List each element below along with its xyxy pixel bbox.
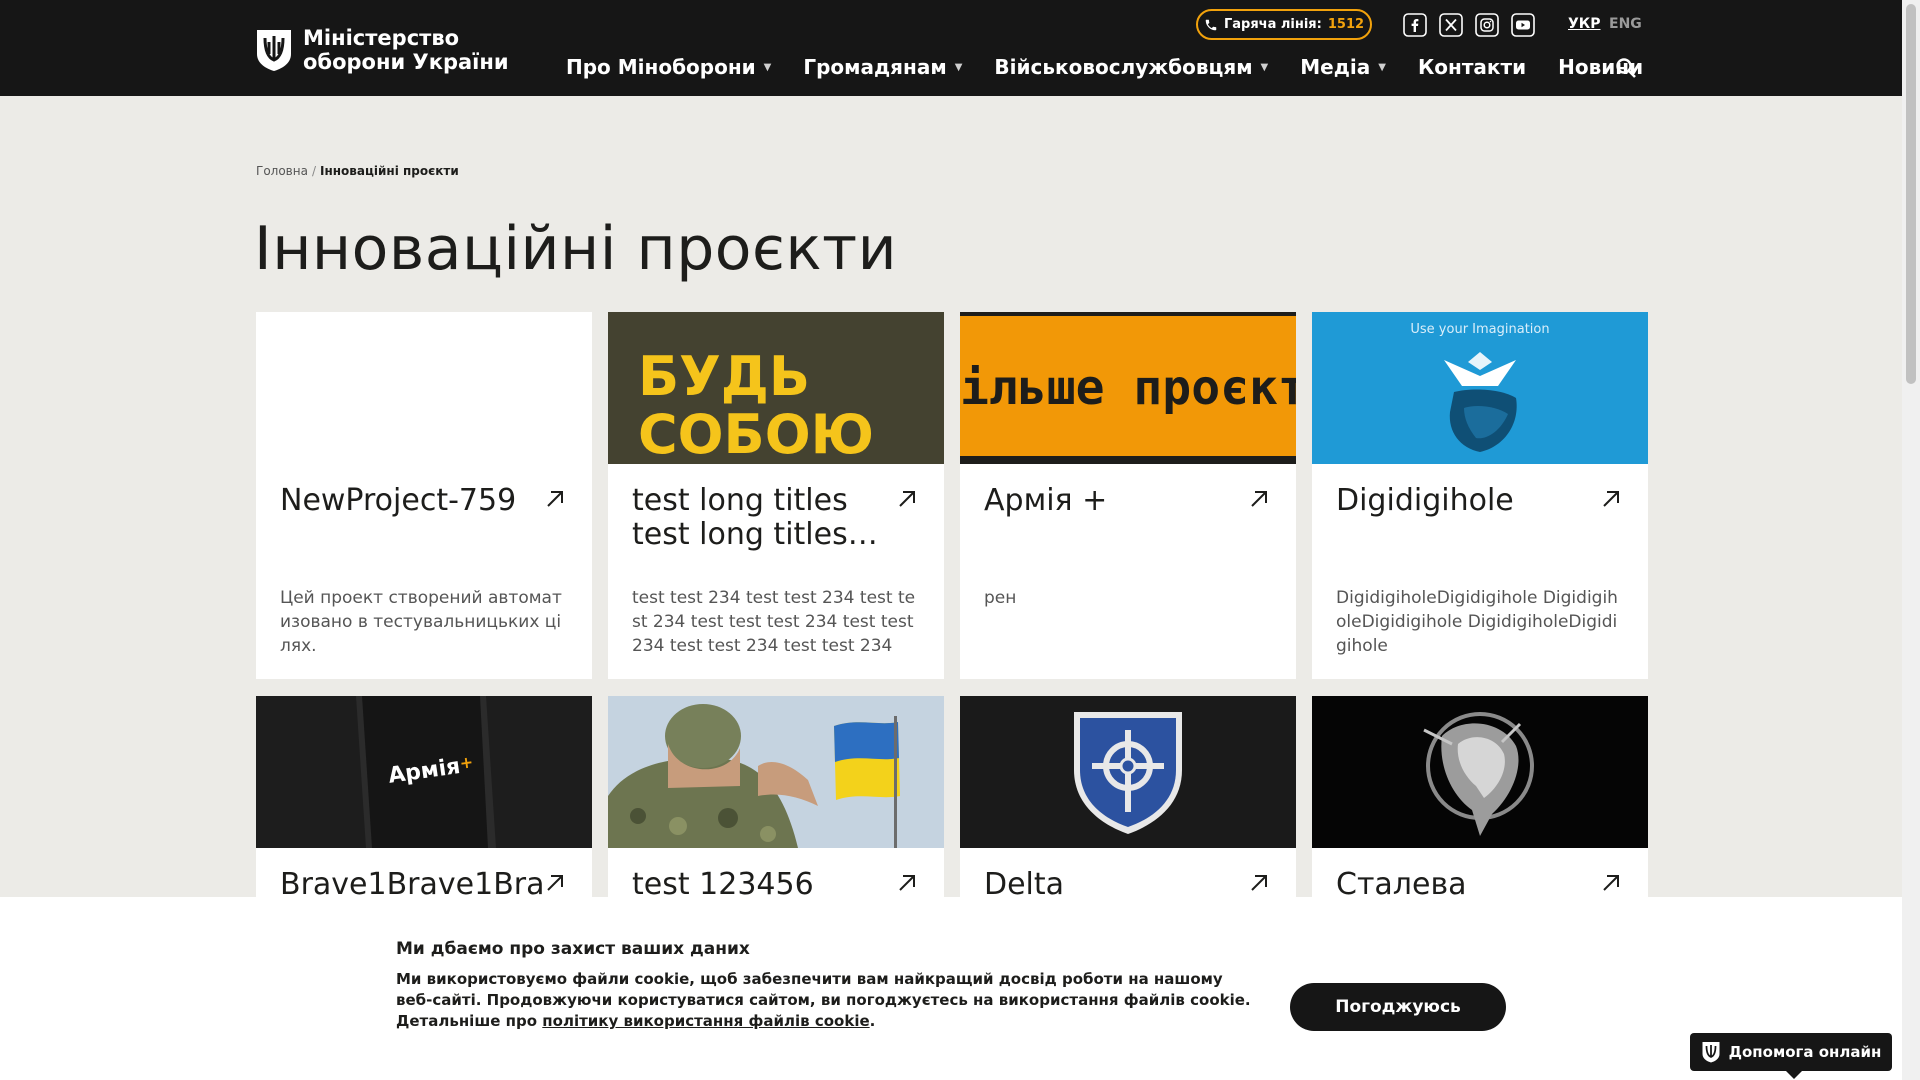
card-image — [1312, 696, 1648, 848]
arrow-up-right-icon — [1251, 875, 1267, 891]
x-icon — [1439, 13, 1463, 37]
cookie-title: Ми дбаємо про захист ваших даних — [396, 939, 750, 959]
breadcrumb-current: Інноваційні проєкти — [320, 164, 459, 178]
facebook-icon — [1403, 13, 1427, 37]
card-title: test long titles test long titles test l… — [632, 484, 848, 552]
card-image: Use your Imagination — [1312, 312, 1648, 464]
hotline-button[interactable]: Гаряча лінія: 1512 — [1196, 9, 1372, 40]
nav-military[interactable]: Військовослужбовцям ▼ — [994, 55, 1268, 79]
arrow-up-right-icon — [899, 875, 915, 891]
lang-ukr[interactable]: УКР — [1568, 16, 1601, 32]
hotline-label: Гаряча лінія: — [1223, 17, 1322, 32]
card-title: Digidigihole — [1336, 484, 1514, 518]
arrow-up-right-icon — [547, 491, 563, 507]
help-online-button[interactable]: Допомога онлайн — [1690, 1033, 1892, 1079]
card-description: Цей проект створений автоматизовано в те… — [280, 588, 562, 656]
card-image-text: БУДЬ — [638, 345, 811, 408]
shield-emblem-icon — [1074, 712, 1182, 834]
breadcrumb-separator: / — [311, 164, 316, 178]
nav-media[interactable]: Медіа ▼ — [1300, 55, 1386, 79]
card-image-text: ільше проєкт — [960, 360, 1296, 416]
card-image — [256, 312, 592, 464]
accept-cookies-button[interactable]: Погоджуюсь — [1290, 983, 1506, 1031]
paper-boat-icon — [1444, 352, 1517, 452]
page-scrollbar[interactable] — [1902, 0, 1920, 1080]
card-image — [960, 696, 1296, 848]
logo-line-1: Міністерство — [303, 26, 460, 50]
nav-about-label: Про Міноборони — [566, 55, 756, 79]
youtube-link[interactable] — [1510, 12, 1536, 38]
phone-icon — [1205, 19, 1217, 30]
lang-eng[interactable]: ENG — [1609, 16, 1642, 32]
instagram-icon — [1475, 13, 1499, 37]
breadcrumb-home[interactable]: Головна — [256, 164, 308, 178]
breadcrumb: Головна / Інноваційні проєкти — [256, 164, 459, 178]
cookie-text: Ми використовуємо файли cookie, щоб забе… — [396, 969, 1256, 1032]
trident-shield-icon — [257, 30, 291, 71]
arrow-up-right-icon — [1603, 875, 1619, 891]
main-nav: Про Міноборони ▼ Громадянам ▼ Військовос… — [566, 55, 1675, 79]
chevron-down-icon: ▼ — [1378, 61, 1386, 73]
project-card[interactable]: ільше проєкт Армія + рен — [960, 312, 1296, 679]
card-image-plus: + — [458, 752, 475, 773]
card-image: ільше проєкт — [960, 312, 1296, 464]
youtube-icon — [1511, 13, 1535, 37]
nav-about[interactable]: Про Міноборони ▼ — [566, 55, 771, 79]
nav-contacts[interactable]: Контакти — [1418, 55, 1526, 79]
nav-citizens[interactable]: Громадянам ▼ — [803, 55, 962, 79]
nav-contacts-label: Контакти — [1417, 55, 1527, 79]
help-online-label: Допомога онлайн — [1728, 1043, 1882, 1061]
facebook-link[interactable] — [1402, 12, 1428, 38]
scrollbar-thumb[interactable] — [1906, 4, 1916, 384]
chevron-down-icon: ▼ — [763, 61, 772, 73]
x-link[interactable] — [1438, 12, 1464, 38]
site-header: Міністерство оборони України Гаряча ліні… — [0, 0, 1902, 96]
cookie-policy-link[interactable]: політику використання файлів cookie — [542, 1012, 869, 1030]
card-image — [608, 696, 944, 848]
cookie-banner: Ми дбаємо про захист ваших даних Ми вико… — [0, 897, 1902, 1080]
card-image: БУДЬ СОБОЮ — [608, 312, 944, 464]
nav-citizens-label: Громадянам — [803, 55, 947, 79]
arrow-up-right-icon — [899, 491, 915, 507]
card-description: DigidigiholeDigidigihole DigidigiholeDig… — [1336, 588, 1618, 656]
instagram-link[interactable] — [1474, 12, 1500, 38]
project-card[interactable]: Use your Imagination Digidigihole Digidi… — [1312, 312, 1648, 679]
site-logo[interactable]: Міністерство оборони України — [255, 26, 509, 74]
logo-text: Міністерство оборони України — [303, 26, 509, 74]
card-title: NewProject-759 — [280, 484, 517, 518]
card-image-text: Use your Imagination — [1410, 322, 1550, 337]
search-button[interactable] — [1614, 56, 1638, 84]
soldier-flag-image — [608, 696, 944, 848]
card-description: test test 234 test test 234 test test 23… — [632, 588, 916, 656]
project-card[interactable]: NewProject-759 Цей проект створений авто… — [256, 312, 592, 679]
trident-shield-icon — [1702, 1042, 1720, 1063]
logo-line-2: оборони України — [303, 50, 509, 74]
arrow-up-right-icon — [547, 875, 563, 891]
chevron-down-icon: ▼ — [954, 61, 963, 73]
search-icon — [1616, 58, 1636, 78]
steel-bird-image — [1423, 712, 1534, 836]
chevron-down-icon: ▼ — [1260, 61, 1269, 73]
card-image: Армія+ — [256, 696, 592, 848]
project-card[interactable]: БУДЬ СОБОЮ test long titles test long ti… — [608, 312, 944, 679]
cookie-suffix: . — [869, 1012, 876, 1030]
page-title: Інноваційні проєкти — [254, 214, 898, 284]
nav-military-label: Військовослужбовцям — [994, 55, 1253, 79]
card-image-text: СОБОЮ — [638, 403, 874, 464]
hotline-number: 1512 — [1327, 17, 1365, 32]
arrow-up-right-icon — [1251, 491, 1267, 507]
arrow-up-right-icon — [1603, 491, 1619, 507]
nav-media-label: Медіа — [1300, 55, 1371, 79]
card-title: Армія + — [984, 484, 1108, 518]
card-description: рен — [984, 588, 1017, 608]
